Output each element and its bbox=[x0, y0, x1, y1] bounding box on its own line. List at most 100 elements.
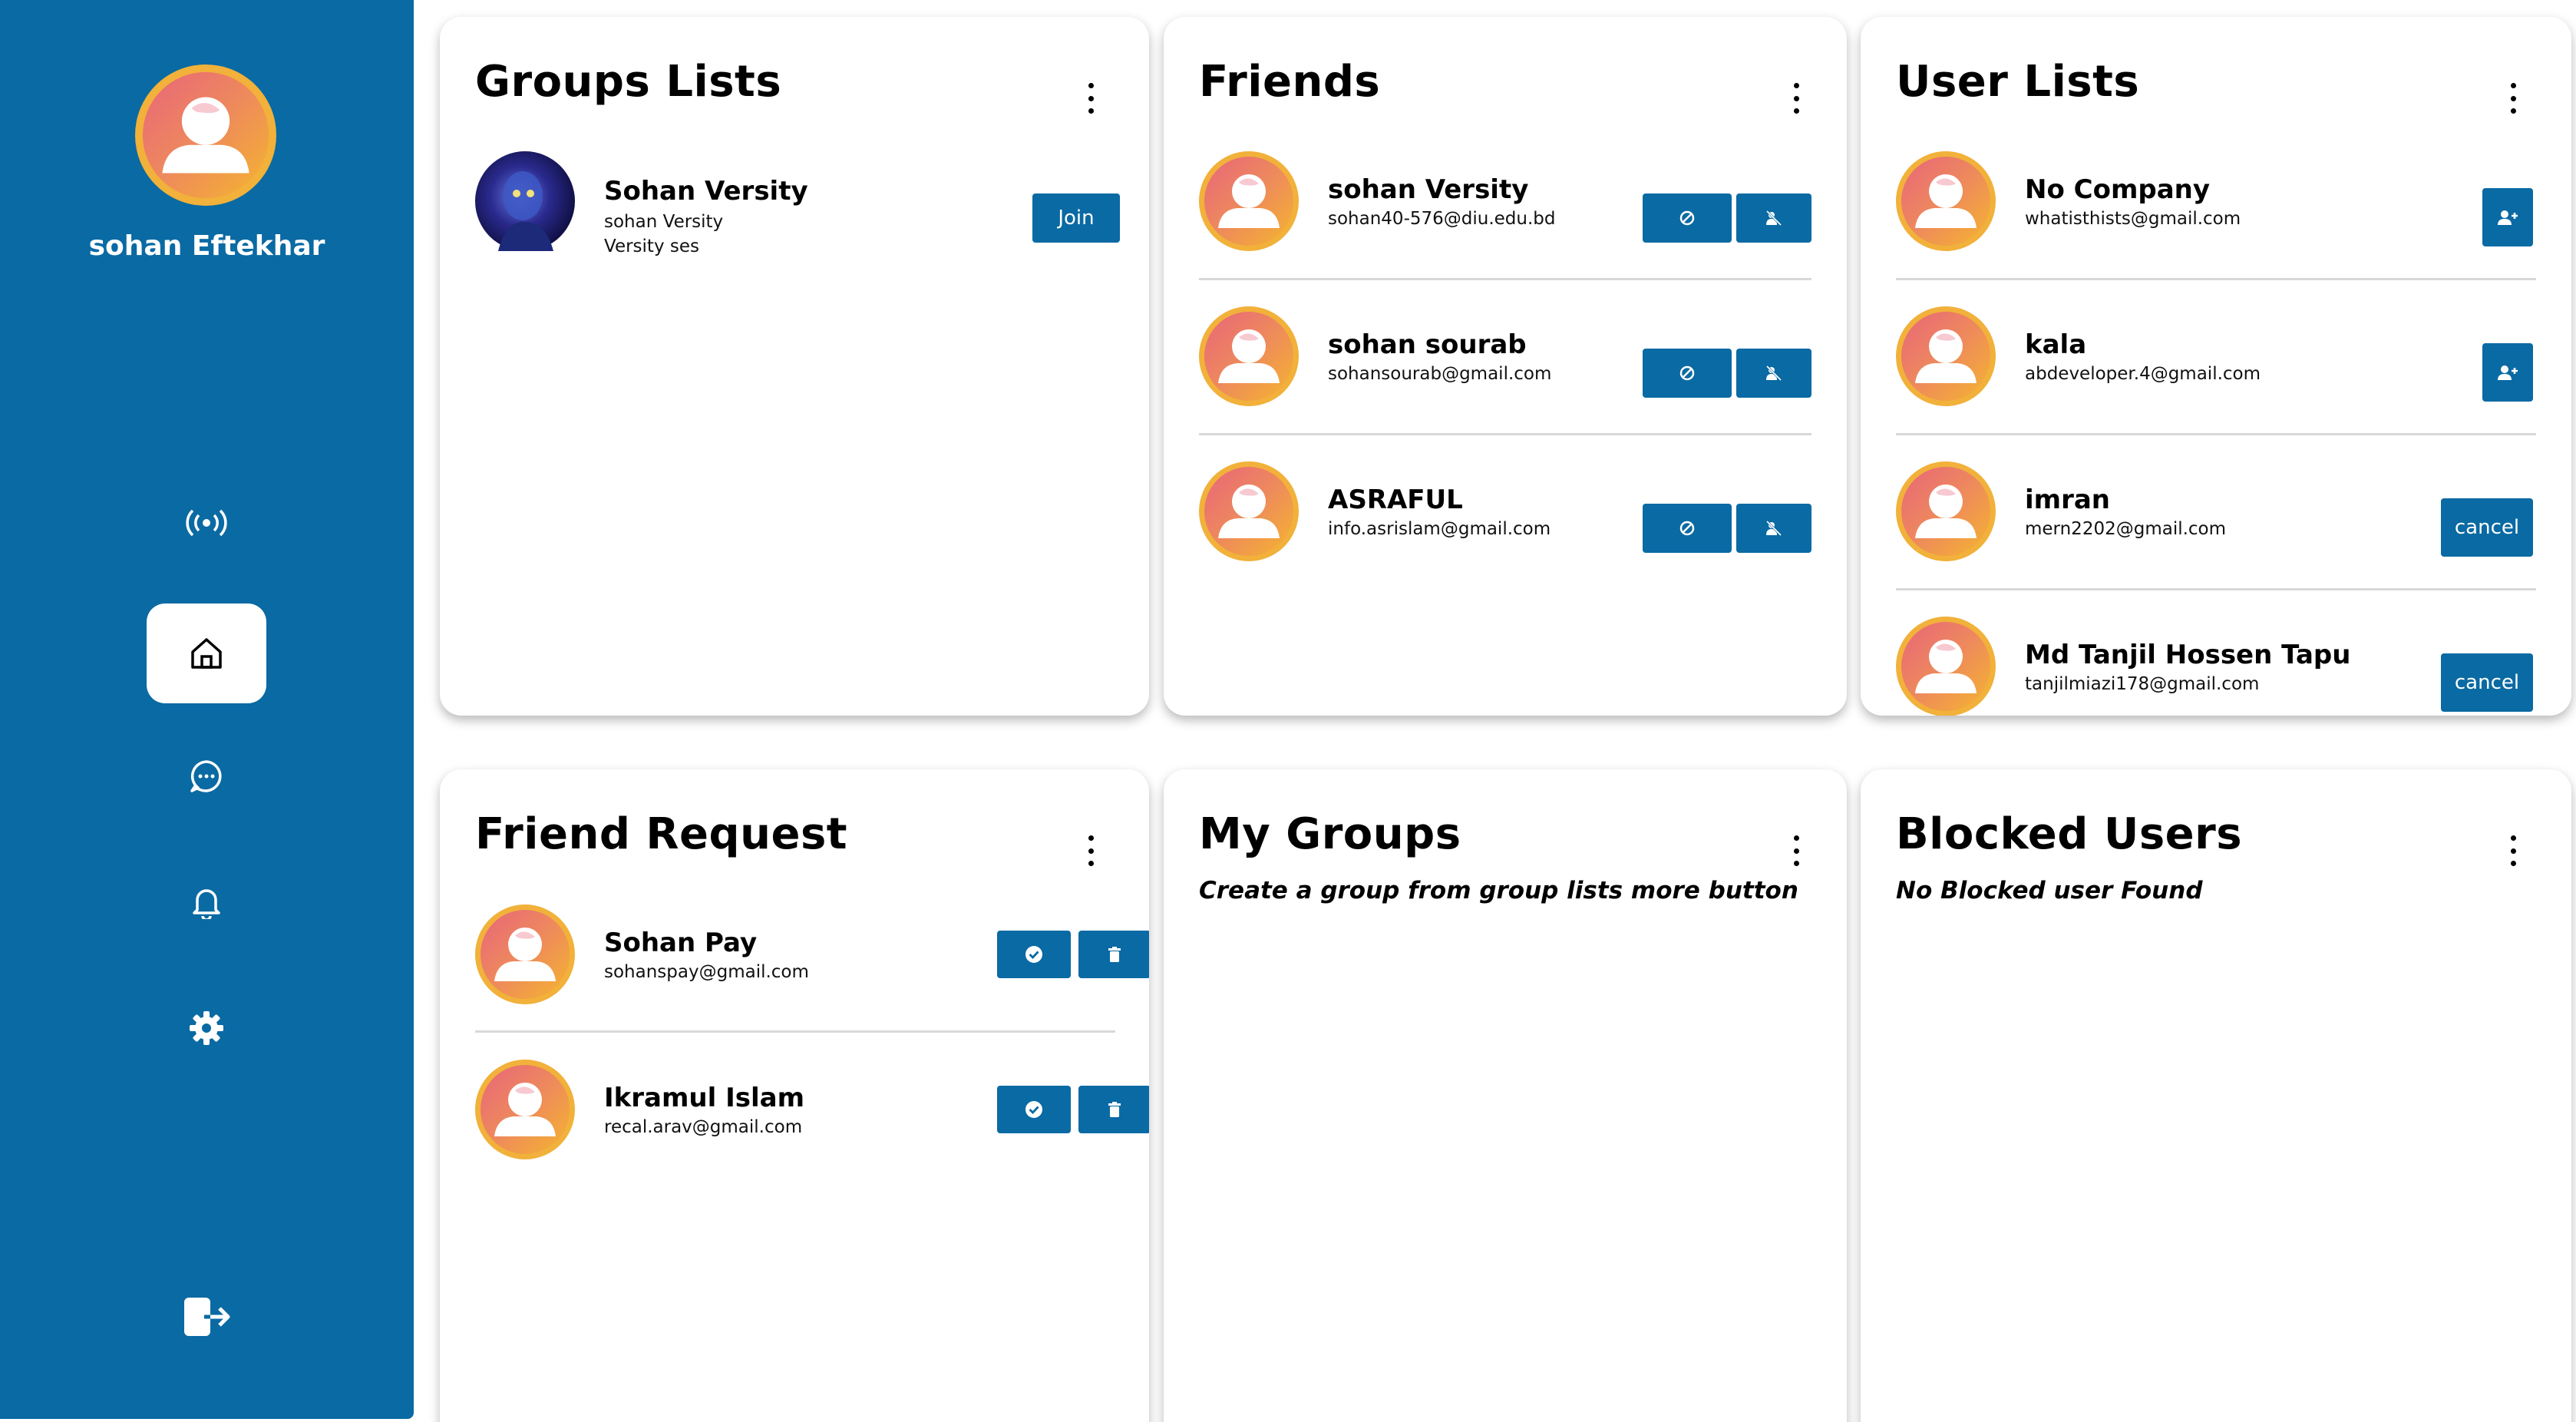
card-title: User Lists bbox=[1896, 57, 2140, 107]
delete-button[interactable] bbox=[1078, 931, 1149, 978]
friend-name: ASRAFUL bbox=[1328, 484, 1463, 515]
blocked-users-card: Blocked Users No Blocked user Found bbox=[1861, 769, 2571, 1422]
requester-email: recal.arav@gmail.com bbox=[604, 1117, 803, 1137]
divider bbox=[1896, 433, 2536, 435]
user-avatar bbox=[1199, 306, 1299, 406]
cancel-request-button[interactable]: cancel bbox=[2441, 498, 2533, 557]
card-title: Groups Lists bbox=[475, 57, 782, 107]
more-icon[interactable] bbox=[1787, 835, 1805, 866]
my-groups-card: My Groups Create a group from group list… bbox=[1164, 769, 1847, 1422]
trash-icon bbox=[1108, 947, 1121, 962]
profile-avatar[interactable] bbox=[135, 64, 276, 206]
requester-name: Ikramul Islam bbox=[604, 1083, 805, 1113]
join-button[interactable]: Join bbox=[1032, 193, 1120, 243]
block-icon bbox=[1679, 365, 1695, 381]
user-avatar bbox=[1896, 306, 1996, 406]
list-item: ASRAFUL info.asrislam@gmail.com bbox=[1199, 461, 1811, 569]
friend-name: sohan sourab bbox=[1328, 329, 1527, 360]
user-avatar bbox=[475, 904, 575, 1004]
group-name: Sohan Versity bbox=[604, 176, 808, 207]
empty-message: No Blocked user Found bbox=[1896, 877, 2203, 904]
add-friend-button[interactable] bbox=[2482, 188, 2533, 246]
list-item: Ikramul Islam recal.arav@gmail.com bbox=[475, 1060, 1149, 1167]
unfriend-icon bbox=[1765, 520, 1782, 537]
divider bbox=[475, 1030, 1115, 1033]
more-icon[interactable] bbox=[1082, 83, 1100, 114]
card-title: Friend Request bbox=[475, 809, 848, 859]
card-title: My Groups bbox=[1199, 809, 1461, 859]
user-name: No Company bbox=[2025, 174, 2211, 205]
block-button[interactable] bbox=[1643, 504, 1732, 553]
user-avatar bbox=[475, 1060, 575, 1159]
list-item: kala abdeveloper.4@gmail.com bbox=[1896, 306, 2536, 414]
unfriend-button[interactable] bbox=[1736, 504, 1811, 553]
unfriend-button[interactable] bbox=[1736, 349, 1811, 398]
block-icon bbox=[1679, 210, 1695, 226]
block-icon bbox=[1679, 521, 1695, 536]
accept-button[interactable] bbox=[997, 1086, 1071, 1133]
add-friend-button[interactable] bbox=[2482, 343, 2533, 402]
bell-icon bbox=[193, 889, 220, 919]
profile-name: sohan Eftekhar bbox=[88, 230, 325, 262]
user-name: kala bbox=[2025, 329, 2087, 360]
user-avatar bbox=[1199, 151, 1299, 251]
list-item: imran mern2202@gmail.com cancel bbox=[1896, 461, 2536, 569]
friend-request-card: Friend Request Sohan Pay sohanspay@gmail… bbox=[440, 769, 1149, 1422]
user-name: imran bbox=[2025, 484, 2110, 515]
list-item: sohan sourab sohansourab@gmail.com bbox=[1199, 306, 1811, 414]
list-item: Sohan Pay sohanspay@gmail.com bbox=[475, 904, 1149, 1012]
requester-email: sohanspay@gmail.com bbox=[604, 962, 809, 982]
card-title: Friends bbox=[1199, 57, 1381, 107]
more-icon[interactable] bbox=[1082, 835, 1100, 866]
home-icon bbox=[191, 638, 222, 669]
more-icon[interactable] bbox=[1787, 83, 1805, 114]
divider bbox=[1896, 588, 2536, 590]
chat-icon bbox=[190, 760, 222, 792]
user-avatar bbox=[1896, 461, 1996, 561]
delete-button[interactable] bbox=[1078, 1086, 1149, 1133]
friend-email: sohan40-576@diu.edu.bd bbox=[1328, 209, 1556, 229]
more-icon[interactable] bbox=[2504, 83, 2522, 114]
user-email: abdeveloper.4@gmail.com bbox=[2025, 364, 2261, 384]
user-name: Md Tanjil Hossen Tapu bbox=[2025, 640, 2351, 670]
unfriend-icon bbox=[1765, 210, 1782, 227]
divider bbox=[1199, 433, 1811, 435]
friends-card: Friends sohan Versity sohan40-576@diu.ed… bbox=[1164, 17, 1847, 716]
logout-button[interactable] bbox=[177, 1290, 238, 1344]
list-item: Sohan Versity sohan Versity Versity ses … bbox=[475, 151, 1120, 259]
group-avatar bbox=[475, 151, 575, 251]
sidebar: sohan Eftekhar bbox=[0, 0, 414, 1419]
unfriend-icon bbox=[1765, 365, 1782, 382]
trash-icon bbox=[1108, 1102, 1121, 1117]
friend-name: sohan Versity bbox=[1328, 174, 1529, 205]
more-icon[interactable] bbox=[2504, 835, 2522, 866]
group-subtitle: sohan Versity bbox=[604, 212, 724, 232]
nav-broadcast[interactable] bbox=[147, 473, 266, 573]
logout-icon bbox=[184, 1298, 230, 1336]
divider bbox=[1199, 278, 1811, 280]
card-title: Blocked Users bbox=[1896, 809, 2243, 859]
accept-button[interactable] bbox=[997, 931, 1071, 978]
settings-icon bbox=[190, 1011, 223, 1045]
group-tag: Versity ses bbox=[604, 236, 699, 256]
friend-email: info.asrislam@gmail.com bbox=[1328, 519, 1551, 539]
check-circle-icon bbox=[1025, 1101, 1042, 1118]
unfriend-button[interactable] bbox=[1736, 193, 1811, 243]
nav-chat[interactable] bbox=[147, 726, 266, 826]
list-item: sohan Versity sohan40-576@diu.edu.bd bbox=[1199, 151, 1811, 259]
divider bbox=[1896, 278, 2536, 280]
person-add-icon bbox=[2498, 210, 2518, 225]
empty-message: Create a group from group lists more but… bbox=[1199, 877, 1798, 904]
user-email: mern2202@gmail.com bbox=[2025, 519, 2227, 539]
block-button[interactable] bbox=[1643, 193, 1732, 243]
user-email: whatisthists@gmail.com bbox=[2025, 209, 2241, 229]
nav-notifications[interactable] bbox=[147, 852, 266, 952]
nav-settings[interactable] bbox=[147, 978, 266, 1078]
cancel-request-button[interactable]: cancel bbox=[2441, 653, 2533, 712]
groups-lists-card: Groups Lists Sohan Versity sohan Versity… bbox=[440, 17, 1149, 716]
requester-name: Sohan Pay bbox=[604, 928, 758, 958]
nav-home[interactable] bbox=[147, 604, 266, 703]
person-add-icon bbox=[2498, 365, 2518, 380]
block-button[interactable] bbox=[1643, 349, 1732, 398]
user-avatar bbox=[1896, 617, 1996, 716]
